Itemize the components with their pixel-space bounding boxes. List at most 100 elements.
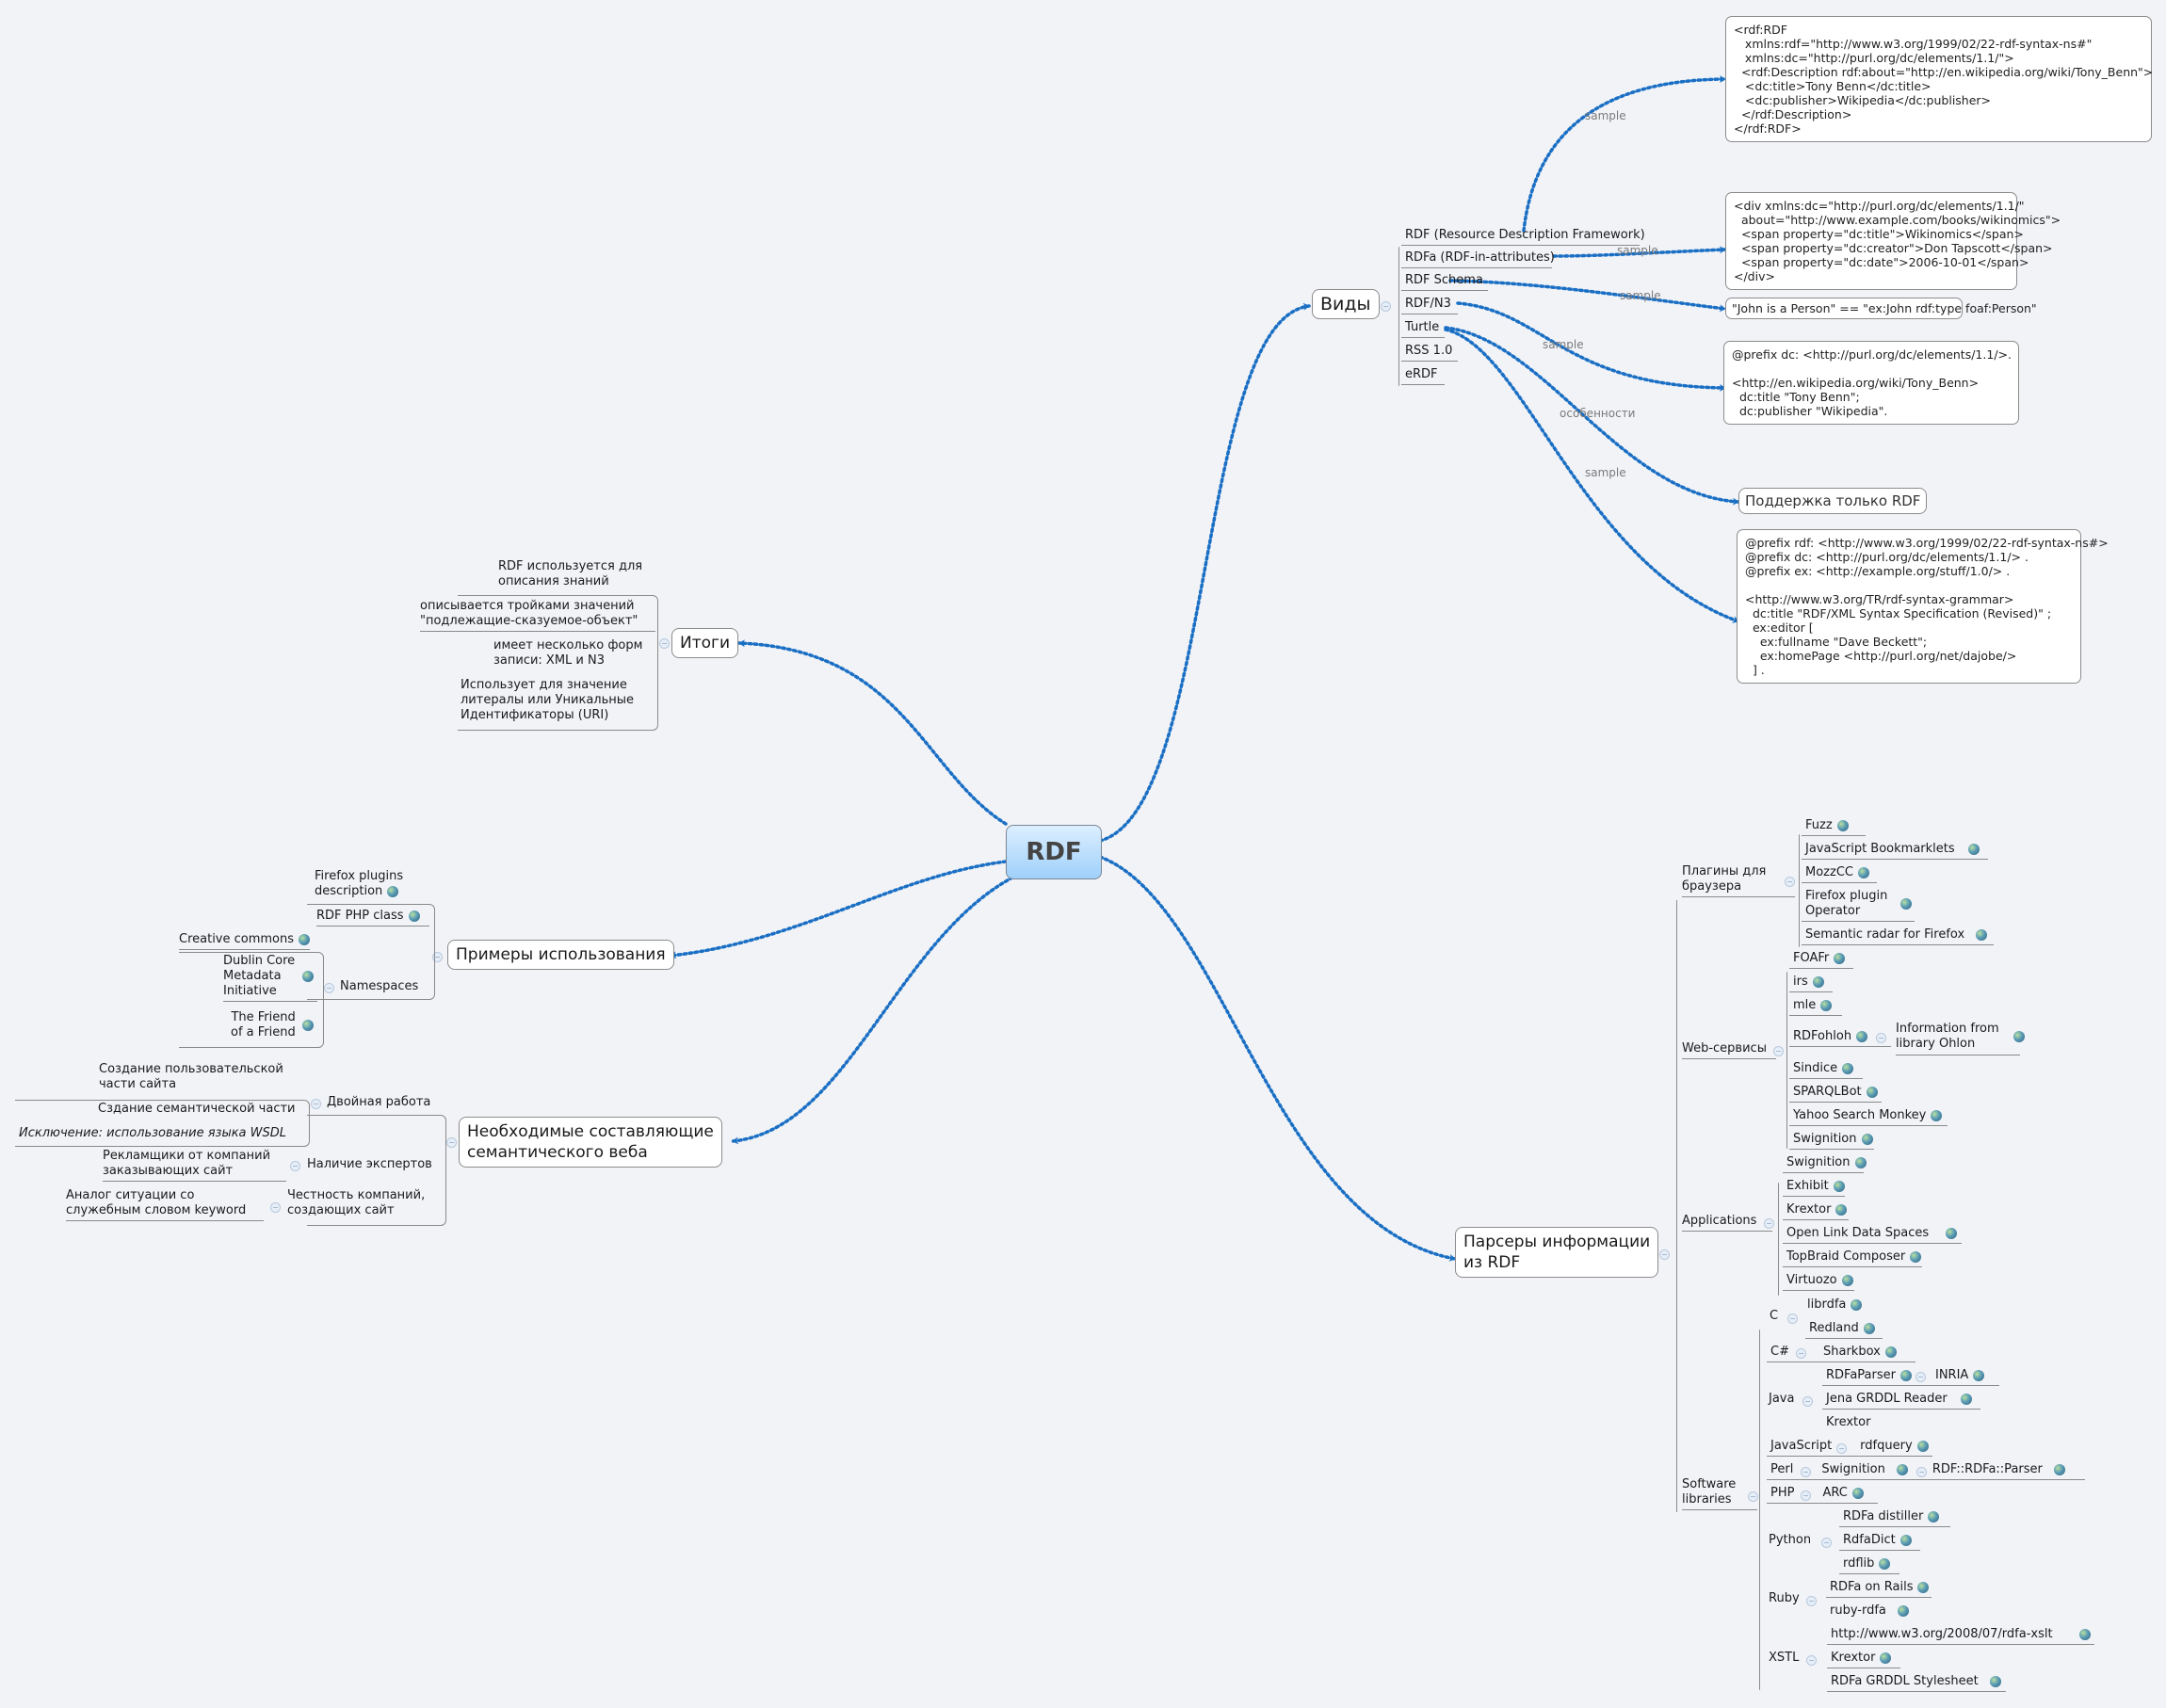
globe-link-icon[interactable] xyxy=(2078,1628,2091,1640)
lib-item[interactable]: RDFa GRDDL Stylesheet xyxy=(1827,1674,2006,1692)
collapse-category-icon[interactable]: − xyxy=(1785,877,1795,887)
collapse-group-icon[interactable]: − xyxy=(311,1099,321,1109)
sample-n3[interactable]: @prefix dc: <http://purl.org/dc/elements… xyxy=(1723,341,2019,425)
globe-link-icon[interactable] xyxy=(408,910,420,922)
collapse-lang-icon[interactable]: − xyxy=(1806,1596,1817,1606)
vidy-item[interactable]: RDF Schema xyxy=(1401,273,1488,291)
collapse-neobh-icon[interactable]: − xyxy=(446,1137,457,1148)
lib-item[interactable]: RdfaDict xyxy=(1839,1533,1920,1551)
collapse-group-icon[interactable]: − xyxy=(270,1202,281,1213)
collapse-lang-icon[interactable]: − xyxy=(1806,1655,1817,1666)
neobh-item[interactable]: Создание пользовательской части сайта xyxy=(99,1062,283,1092)
collapse-category-icon[interactable]: − xyxy=(1748,1491,1758,1502)
neobh-group[interactable]: Наличие экспертов xyxy=(307,1157,432,1172)
itogi-item[interactable]: описывается тройками значений "подлежащи… xyxy=(420,599,655,632)
collapse-lang-icon[interactable]: − xyxy=(1801,1467,1811,1477)
globe-link-icon[interactable] xyxy=(1820,999,1833,1011)
itogi-item[interactable]: Использует для значение литералы или Уни… xyxy=(461,678,634,723)
collapse-icon[interactable]: − xyxy=(1916,1467,1927,1477)
globe-link-icon[interactable] xyxy=(1928,1510,1940,1523)
collapse-lang-icon[interactable]: − xyxy=(1821,1538,1832,1548)
collapse-group-icon[interactable]: − xyxy=(290,1161,300,1171)
lib-lang[interactable]: JavaScript rdfquery xyxy=(1767,1439,1932,1457)
namespace-item[interactable]: The Friend of a Friend xyxy=(231,1010,314,1040)
globe-link-icon[interactable] xyxy=(1851,1298,1863,1311)
web-service-item[interactable]: irs xyxy=(1789,975,1833,992)
web-service-item[interactable]: Yahoo Search Monkey xyxy=(1789,1108,1948,1126)
collapse-lang-icon[interactable]: − xyxy=(1787,1313,1798,1324)
turtle-feature[interactable]: Поддержка только RDF xyxy=(1738,488,1928,514)
sample-schema[interactable]: "John is a Person" == "ex:John rdf:type … xyxy=(1725,298,2037,319)
collapse-parsers-icon[interactable]: − xyxy=(1659,1249,1670,1260)
lib-item[interactable]: rdflib xyxy=(1839,1556,1899,1574)
application-item[interactable]: Swignition xyxy=(1783,1155,1867,1173)
plugin-item[interactable]: Firefox plugin Operator xyxy=(1802,889,1915,922)
globe-link-icon[interactable] xyxy=(1880,1652,1892,1664)
topic-neobh[interactable]: Необходимые составляющие семантического … xyxy=(459,1117,722,1168)
globe-link-icon[interactable] xyxy=(1863,1322,1875,1334)
collapse-category-icon[interactable]: − xyxy=(1773,1046,1784,1056)
lib-item[interactable]: ruby-rdfa xyxy=(1830,1603,1909,1619)
vidy-item[interactable]: RDFa (RDF-in-attributes) xyxy=(1401,250,1555,268)
globe-link-icon[interactable] xyxy=(1946,1227,1958,1239)
sample-rdfxml[interactable]: <rdf:RDF xmlns:rdf="http://www.w3.org/19… xyxy=(1725,16,2153,142)
globe-link-icon[interactable] xyxy=(302,1020,314,1031)
globe-link-icon[interactable] xyxy=(1989,1675,2001,1687)
neobh-item[interactable]: Исключение: использование языка WSDL xyxy=(19,1126,286,1141)
plugin-item[interactable]: Fuzz xyxy=(1802,818,1866,836)
collapse-lang-icon[interactable]: − xyxy=(1836,1443,1847,1454)
namespace-item[interactable]: Creative commons xyxy=(179,932,311,950)
lib-item[interactable]: RDFa distiller xyxy=(1839,1509,1950,1527)
globe-link-icon[interactable] xyxy=(1967,843,1980,855)
primery-item[interactable]: RDF PHP class xyxy=(316,909,429,927)
lib-item[interactable]: Jena GRDDL Reader xyxy=(1822,1392,1980,1410)
globe-link-icon[interactable] xyxy=(1896,1463,1908,1475)
globe-link-icon[interactable] xyxy=(1857,866,1869,878)
globe-link-icon[interactable] xyxy=(1910,1250,1922,1263)
globe-link-icon[interactable] xyxy=(1884,1345,1897,1358)
lib-item[interactable]: Redland xyxy=(1805,1321,1883,1339)
globe-link-icon[interactable] xyxy=(387,885,399,897)
globe-link-icon[interactable] xyxy=(1899,1369,1912,1381)
lib-item[interactable]: http://www.w3.org/2008/07/rdfa-xslt xyxy=(1827,1627,2094,1645)
web-service-item[interactable]: SPARQLBot xyxy=(1789,1085,1882,1103)
application-item[interactable]: Exhibit xyxy=(1783,1179,1845,1197)
globe-link-icon[interactable] xyxy=(1836,819,1849,831)
parser-category[interactable]: Плагины для браузера xyxy=(1682,864,1795,897)
web-service-item[interactable]: mle xyxy=(1789,998,1842,1016)
globe-link-icon[interactable] xyxy=(1899,1534,1912,1546)
globe-link-icon[interactable] xyxy=(299,933,311,945)
collapse-vidy-icon[interactable]: − xyxy=(1381,301,1391,312)
lib-item[interactable]: Krextor xyxy=(1826,1415,1870,1430)
collapse-icon[interactable]: − xyxy=(1915,1372,1926,1382)
globe-link-icon[interactable] xyxy=(1842,1062,1854,1074)
globe-link-icon[interactable] xyxy=(1854,1156,1867,1168)
globe-link-icon[interactable] xyxy=(1833,1180,1845,1192)
neobh-item[interactable]: Рекламщики от компаний заказывающих сайт xyxy=(103,1149,286,1182)
rdfohloh-child[interactable]: Information from library Ohlon xyxy=(1896,1022,2025,1055)
vidy-item[interactable]: Turtle xyxy=(1401,320,1445,338)
web-service-item[interactable]: Swignition xyxy=(1789,1132,1874,1150)
parser-category[interactable]: Applications xyxy=(1682,1214,1772,1232)
lib-lang[interactable]: PHP ARC xyxy=(1767,1486,1878,1504)
neobh-group[interactable]: Честность компаний, создающих сайт xyxy=(287,1188,425,1218)
primery-item[interactable]: Firefox plugins description xyxy=(315,869,403,899)
globe-link-icon[interactable] xyxy=(1960,1393,1972,1405)
globe-link-icon[interactable] xyxy=(1834,952,1846,964)
globe-link-icon[interactable] xyxy=(1973,1369,1985,1381)
lib-item[interactable]: RDFa on Rails xyxy=(1826,1580,1932,1598)
parser-category[interactable]: Web-сервисы xyxy=(1682,1041,1776,1059)
globe-link-icon[interactable] xyxy=(1851,1487,1864,1499)
globe-link-icon[interactable] xyxy=(1897,1604,1909,1617)
topic-itogi[interactable]: Итоги xyxy=(671,628,739,658)
lib-item[interactable]: Krextor xyxy=(1827,1651,1900,1668)
lib-lang[interactable]: XSTL xyxy=(1769,1651,1799,1666)
globe-link-icon[interactable] xyxy=(1976,928,1988,941)
lib-lang[interactable]: Java xyxy=(1769,1392,1794,1407)
globe-link-icon[interactable] xyxy=(1879,1557,1891,1570)
sample-rdfa[interactable]: <div xmlns:dc="http://purl.org/dc/elemen… xyxy=(1725,192,2061,290)
vidy-item[interactable]: RDF/N3 xyxy=(1401,297,1458,314)
application-item[interactable]: TopBraid Composer xyxy=(1783,1249,1922,1267)
web-service-item[interactable]: FOAFr xyxy=(1789,951,1853,969)
lib-lang[interactable]: Python xyxy=(1769,1533,1811,1548)
